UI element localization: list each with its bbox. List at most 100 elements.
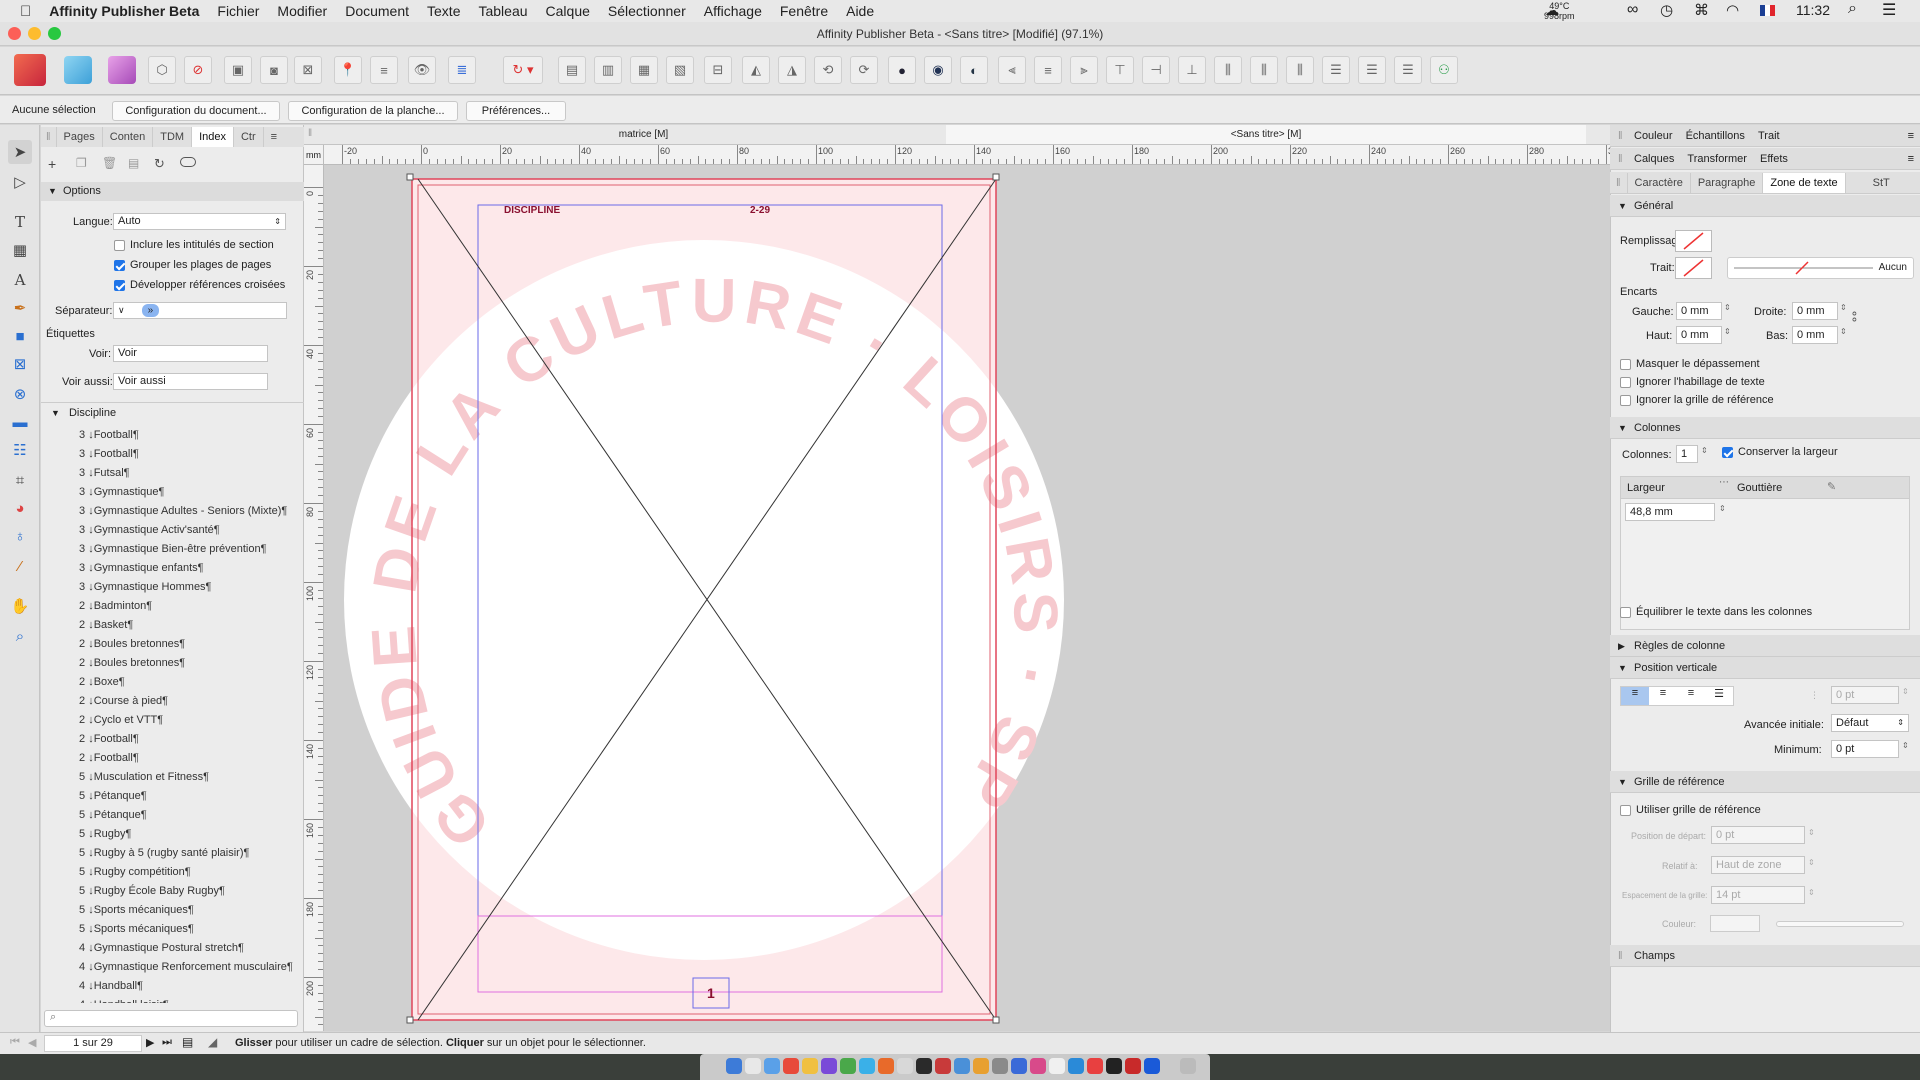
wifi-icon[interactable]: ◠	[1726, 1, 1739, 19]
close-window-button[interactable]	[8, 27, 21, 40]
index-entry[interactable]: 3 ↓Football¶	[79, 426, 139, 445]
bas-field[interactable]: 0 mm	[1792, 326, 1838, 344]
separator-field[interactable]: ∨ »	[113, 302, 287, 319]
notification-center-icon[interactable]: ☰	[1882, 0, 1896, 20]
index-entry[interactable]: 3 ↓Gymnastique Bien-être prévention¶	[79, 540, 267, 559]
snapping-icon[interactable]: ↻ ▾	[503, 56, 543, 84]
tab-pages[interactable]: Pages	[57, 127, 103, 147]
index-entry[interactable]: 5 ↓Rugby à 5 (rugby santé plaisir)¶	[79, 844, 249, 863]
panel-menu-icon[interactable]: ≡	[1908, 125, 1914, 147]
start-pos-field[interactable]: 0 pt	[1711, 826, 1805, 844]
column-rules-header[interactable]: ▶ Règles de colonne	[1610, 635, 1920, 657]
cb-overflow-row[interactable]: Masquer le dépassement	[1620, 358, 1760, 370]
tab-ctr[interactable]: Ctr	[234, 127, 264, 147]
cb-keep-width-row[interactable]: Conserver la largeur	[1722, 446, 1838, 458]
distribute-h3-icon[interactable]: ⫼	[1286, 56, 1314, 84]
distribute-v2-icon[interactable]: ☰	[1358, 56, 1386, 84]
last-page-icon[interactable]: ⏭	[162, 1036, 172, 1049]
tab-toc[interactable]: TDM	[153, 127, 193, 147]
dock-app-icon[interactable]	[1049, 1058, 1065, 1074]
node-tool-icon[interactable]: ▷	[8, 170, 32, 194]
dock-app-icon[interactable]	[840, 1058, 856, 1074]
align-top-icon[interactable]: ⊤	[1106, 56, 1134, 84]
arrange-forward-icon[interactable]: ▦	[630, 56, 658, 84]
preferences-button[interactable]: Préférences...	[466, 101, 566, 121]
stepper-icon[interactable]: ⇕	[1902, 741, 1909, 750]
transparency-tool-icon[interactable]: ♁	[8, 524, 32, 548]
header-discipline[interactable]: DISCIPLINE	[504, 205, 560, 216]
dock-app-icon[interactable]	[973, 1058, 989, 1074]
time-machine-icon[interactable]: ◷	[1660, 1, 1673, 19]
index-entry[interactable]: 2 ↓Boules bretonnes¶	[79, 635, 185, 654]
tab-effets[interactable]: Effets	[1760, 153, 1788, 165]
selection-handle[interactable]	[992, 173, 1000, 181]
index-entry[interactable]: 3 ↓Gymnastique¶	[79, 483, 164, 502]
stepper-icon[interactable]: ⇕	[1808, 828, 1815, 837]
copy-icon[interactable]: ❐	[76, 156, 87, 170]
tab-transformer[interactable]: Transformer	[1687, 153, 1747, 165]
dock-app-icon[interactable]	[1125, 1058, 1141, 1074]
arrange-back-icon[interactable]: ▤	[558, 56, 586, 84]
page-indicator[interactable]: 1 sur 29	[44, 1035, 142, 1052]
cb-crossref-row[interactable]: Développer références croisées	[114, 279, 285, 291]
distribute-h1-icon[interactable]: ⫼	[1214, 56, 1242, 84]
stroke-swatch[interactable]	[1675, 257, 1712, 279]
options-header[interactable]: ▼ Options	[41, 182, 304, 201]
voir-aussi-field[interactable]: Voir aussi	[113, 373, 268, 390]
dock-app-icon[interactable]	[764, 1058, 780, 1074]
index-entry[interactable]: 2 ↓Boxe¶	[79, 673, 125, 692]
selection-handle[interactable]	[406, 173, 414, 181]
stepper-icon[interactable]: ⇕	[1719, 504, 1726, 513]
boolean-intersect-icon[interactable]: ◐	[960, 56, 988, 84]
photo-persona-icon[interactable]	[108, 56, 136, 84]
checkbox[interactable]	[1620, 804, 1631, 816]
menu-fenetre[interactable]: Fenêtre	[771, 3, 837, 19]
menu-selectionner[interactable]: Sélectionner	[599, 3, 695, 19]
index-entry[interactable]: 2 ↓Cyclo et VTT¶	[79, 711, 163, 730]
voir-field[interactable]: Voir	[113, 345, 268, 362]
cb-section-row[interactable]: Inclure les intitulés de section	[114, 239, 274, 251]
menu-modifier[interactable]: Modifier	[268, 3, 336, 19]
vertical-position-header[interactable]: ▼ Position verticale	[1610, 657, 1920, 679]
tab-echantillons[interactable]: Échantillons	[1686, 130, 1745, 142]
designer-persona-icon[interactable]	[64, 56, 92, 84]
align-bottom-icon[interactable]: ⊥	[1178, 56, 1206, 84]
tab-couleur[interactable]: Couleur	[1634, 130, 1673, 142]
spread-setup-button[interactable]: Configuration de la planche...	[288, 101, 458, 121]
network-icon[interactable]: ⌘	[1694, 1, 1709, 19]
dock-app-icon[interactable]	[1106, 1058, 1122, 1074]
spacing-field[interactable]: 14 pt	[1711, 886, 1805, 904]
columns-section-header[interactable]: ▼ Colonnes	[1610, 417, 1920, 439]
picture-frame-rectangle-icon[interactable]: ⊠	[8, 352, 32, 376]
align-middle-icon[interactable]: ⊣	[1142, 56, 1170, 84]
index-entry[interactable]: 5 ↓Pétanque¶	[79, 806, 147, 825]
index-entry[interactable]: 2 ↓Badminton¶	[79, 597, 152, 616]
index-entry[interactable]: 3 ↓Gymnastique enfants¶	[79, 559, 204, 578]
arrange-front-icon[interactable]: ▧	[666, 56, 694, 84]
index-entry[interactable]: 2 ↓Football¶	[79, 749, 139, 768]
picture-frame-ellipse-icon[interactable]: ⊗	[8, 382, 32, 406]
crop-tool-icon[interactable]: ⌗	[8, 468, 32, 492]
view-hand-tool-icon[interactable]: ✋	[8, 594, 32, 618]
align-icon[interactable]: ⊟	[704, 56, 732, 84]
general-section-header[interactable]: ▼ Général	[1610, 195, 1920, 217]
table-tool-icon[interactable]: ▦	[8, 238, 32, 262]
stepper-icon[interactable]: ⇕	[1724, 303, 1731, 312]
panel-menu-icon[interactable]: ≡	[264, 127, 284, 147]
stepper-icon[interactable]: ⇕	[1840, 303, 1847, 312]
index-entry[interactable]: 5 ↓Musculation et Fitness¶	[79, 768, 209, 787]
trash-icon[interactable]	[1180, 1058, 1196, 1074]
grid-opacity-slider[interactable]	[1776, 921, 1904, 927]
artistic-text-tool-icon[interactable]: A	[8, 268, 32, 292]
checkbox[interactable]	[1620, 394, 1631, 406]
select-arrows-icon[interactable]: ⇕	[1808, 858, 1815, 867]
panel-menu-icon[interactable]: ≡	[1908, 148, 1914, 170]
tab-stt[interactable]: StT	[1866, 173, 1897, 193]
separator-token[interactable]: »	[141, 304, 160, 317]
index-entry[interactable]: 3 ↓Gymnastique Adultes - Seniors (Mixte)…	[79, 502, 287, 521]
dock-app-icon[interactable]	[935, 1058, 951, 1074]
fill-swatch[interactable]	[1675, 230, 1712, 252]
gauche-field[interactable]: 0 mm	[1676, 302, 1722, 320]
dock-app-icon[interactable]	[745, 1058, 761, 1074]
index-entry[interactable]: 5 ↓Sports mécaniques¶	[79, 920, 194, 939]
